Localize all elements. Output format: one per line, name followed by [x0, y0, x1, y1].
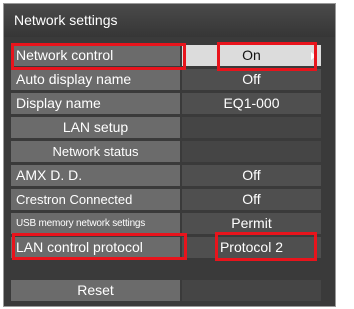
row-usb-memory-network-settings[interactable]: USB memory network settings Permit	[11, 213, 321, 234]
network-control-value[interactable]: On	[182, 45, 321, 66]
row-network-status[interactable]: Network status	[11, 141, 321, 162]
auto-display-name-label[interactable]: Auto display name	[11, 69, 180, 90]
network-control-label[interactable]: Network control	[11, 45, 180, 66]
lan-control-protocol-label[interactable]: LAN control protocol	[11, 237, 180, 258]
panel-title: Network settings	[4, 4, 335, 37]
crestron-connected-value[interactable]: Off	[182, 189, 321, 210]
row-amx-dd[interactable]: AMX D. D. Off	[11, 165, 321, 186]
row-crestron-connected[interactable]: Crestron Connected Off	[11, 189, 321, 210]
auto-display-name-value[interactable]: Off	[182, 69, 321, 90]
crestron-connected-label[interactable]: Crestron Connected	[11, 189, 180, 210]
row-auto-display-name[interactable]: Auto display name Off	[11, 69, 321, 90]
amx-dd-value[interactable]: Off	[182, 165, 321, 186]
network-status-value	[182, 141, 321, 162]
network-status-button[interactable]: Network status	[11, 141, 180, 162]
row-lan-setup[interactable]: LAN setup	[11, 117, 321, 138]
amx-dd-label[interactable]: AMX D. D.	[11, 165, 180, 186]
lan-setup-button[interactable]: LAN setup	[11, 117, 180, 138]
usb-memory-network-settings-label[interactable]: USB memory network settings	[11, 213, 180, 234]
reset-value-area	[182, 280, 321, 301]
lan-control-protocol-value[interactable]: Protocol 2	[182, 237, 321, 258]
reset-button[interactable]: Reset	[11, 280, 180, 301]
lan-setup-value	[182, 117, 321, 138]
network-control-value-text: On	[242, 47, 261, 63]
display-name-label[interactable]: Display name	[11, 93, 180, 114]
right-arrow-icon[interactable]	[311, 52, 316, 60]
usb-memory-network-settings-value[interactable]: Permit	[182, 213, 321, 234]
row-network-control[interactable]: Network control On	[11, 45, 321, 66]
row-display-name[interactable]: Display name EQ1-000	[11, 93, 321, 114]
display-name-value[interactable]: EQ1-000	[182, 93, 321, 114]
row-lan-control-protocol[interactable]: LAN control protocol Protocol 2	[11, 237, 321, 258]
